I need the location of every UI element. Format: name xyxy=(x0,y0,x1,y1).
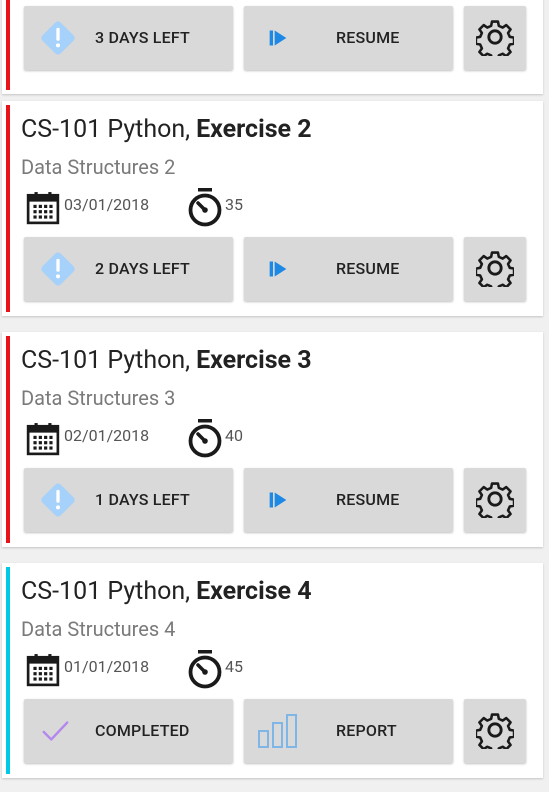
exercise-subtitle: Data Structures 2 xyxy=(21,155,176,179)
settings-button[interactable] xyxy=(464,6,526,70)
resume-label: RESUME xyxy=(336,259,400,278)
report-label: REPORT xyxy=(336,721,397,740)
status-accent-bar xyxy=(6,105,10,312)
days-left-label: 2 DAYS LEFT xyxy=(95,259,190,278)
play-resume-icon xyxy=(268,490,288,510)
gear-icon xyxy=(476,249,514,287)
status-accent-bar xyxy=(6,567,10,774)
gear-icon xyxy=(476,711,514,749)
report-button[interactable]: REPORT xyxy=(244,699,453,763)
status-accent-bar xyxy=(6,0,10,90)
stopwatch-icon xyxy=(185,649,225,689)
exercise-duration: 35 xyxy=(225,195,243,214)
exercise-date: 03/01/2018 xyxy=(64,195,150,214)
stopwatch-icon xyxy=(185,418,225,458)
exercise-card-3[interactable]: CS-101 Python, Exercise 3 Data Structures… xyxy=(2,332,543,547)
card-title: CS-101 Python, Exercise 3 xyxy=(21,346,312,375)
settings-button[interactable] xyxy=(464,468,526,532)
days-left-button[interactable]: 2 DAYS LEFT xyxy=(24,237,233,301)
exercise-date: 02/01/2018 xyxy=(64,426,150,445)
resume-button[interactable]: RESUME xyxy=(244,6,453,70)
card-title: CS-101 Python, Exercise 2 xyxy=(21,115,312,144)
card-title: CS-101 Python, Exercise 4 xyxy=(21,577,312,606)
calendar-icon xyxy=(26,653,60,687)
days-left-label: 1 DAYS LEFT xyxy=(95,490,190,509)
diamond-exclamation-icon xyxy=(36,16,80,60)
calendar-icon xyxy=(26,191,60,225)
resume-label: RESUME xyxy=(336,490,400,509)
exercise-name: Exercise 3 xyxy=(196,346,312,375)
completed-label: COMPLETED xyxy=(95,721,190,740)
exercise-duration: 45 xyxy=(225,657,243,676)
status-accent-bar xyxy=(6,336,10,543)
resume-label: RESUME xyxy=(336,28,400,47)
play-resume-icon xyxy=(268,28,288,48)
resume-button[interactable]: RESUME xyxy=(244,237,453,301)
gear-icon xyxy=(476,480,514,518)
exercise-subtitle: Data Structures 4 xyxy=(21,617,176,641)
exercise-date: 01/01/2018 xyxy=(64,657,150,676)
play-resume-icon xyxy=(268,259,288,279)
bar-chart-icon xyxy=(256,713,300,749)
days-left-label: 3 DAYS LEFT xyxy=(95,28,190,47)
stopwatch-icon xyxy=(185,187,225,227)
exercise-name: Exercise 2 xyxy=(196,115,312,144)
course-name: CS-101 Python, xyxy=(21,346,191,375)
settings-button[interactable] xyxy=(464,237,526,301)
settings-button[interactable] xyxy=(464,699,526,763)
resume-button[interactable]: RESUME xyxy=(244,468,453,532)
course-name: CS-101 Python, xyxy=(21,577,191,606)
calendar-icon xyxy=(26,422,60,456)
exercise-card-4[interactable]: CS-101 Python, Exercise 4 Data Structures… xyxy=(2,563,543,778)
completed-button[interactable]: COMPLETED xyxy=(24,699,233,763)
gear-icon xyxy=(476,18,514,56)
exercise-duration: 40 xyxy=(225,426,243,445)
checkmark-icon xyxy=(40,716,70,746)
diamond-exclamation-icon xyxy=(36,247,80,291)
days-left-button[interactable]: 3 DAYS LEFT xyxy=(24,6,233,70)
course-name: CS-101 Python, xyxy=(21,115,191,144)
exercise-name: Exercise 4 xyxy=(196,577,312,606)
exercise-card-2[interactable]: CS-101 Python, Exercise 2 Data Structures… xyxy=(2,101,543,316)
days-left-button[interactable]: 1 DAYS LEFT xyxy=(24,468,233,532)
diamond-exclamation-icon xyxy=(36,478,80,522)
exercise-subtitle: Data Structures 3 xyxy=(21,386,176,410)
exercise-card-1[interactable]: 3 DAYS LEFT RESUME xyxy=(2,0,543,94)
